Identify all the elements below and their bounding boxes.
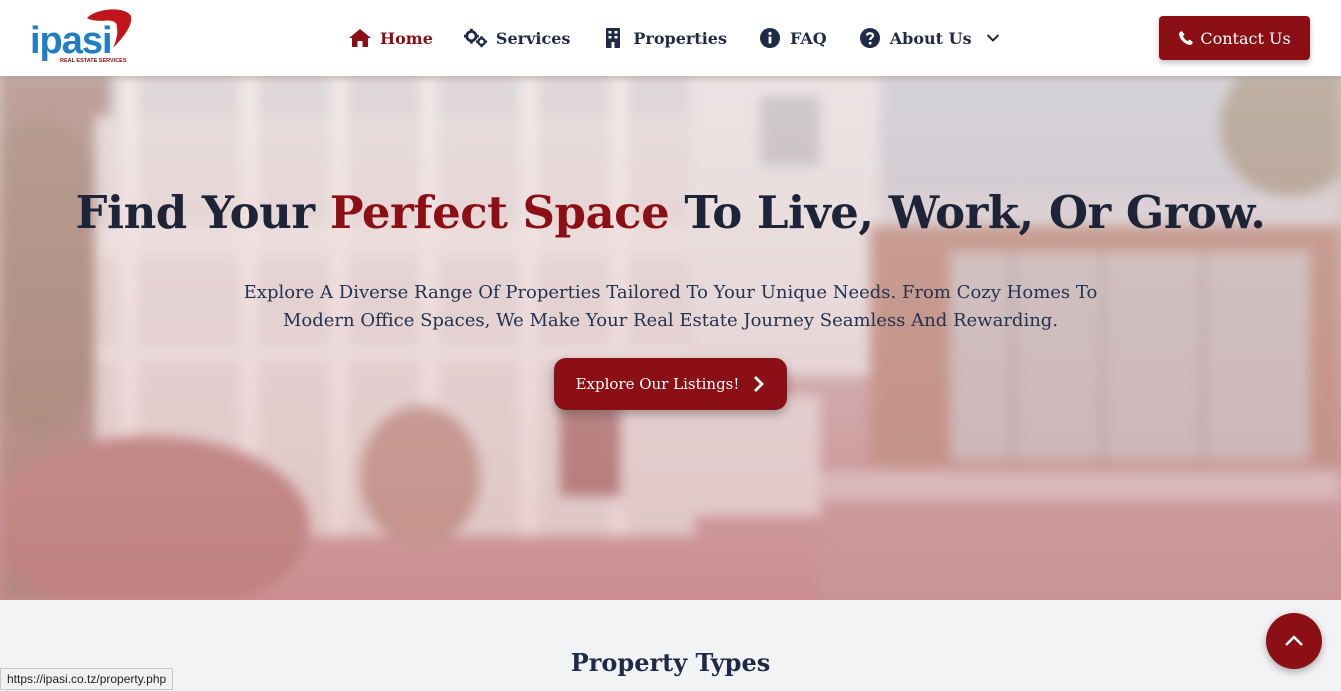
hero-overlay bbox=[0, 76, 1341, 600]
nav-item-label: FAQ bbox=[789, 28, 827, 48]
question-circle-icon bbox=[858, 27, 882, 49]
nav-item-faq[interactable]: FAQ bbox=[758, 24, 827, 52]
explore-listings-button[interactable]: Explore Our Listings! bbox=[554, 358, 787, 410]
site-header: ipasi REAL ESTATE SERVICES Home Services bbox=[0, 0, 1341, 76]
home-icon bbox=[348, 27, 372, 49]
nav-item-label: About Us bbox=[889, 28, 972, 48]
chevron-down-icon[interactable] bbox=[986, 33, 1000, 43]
hero-title-end: To Live, Work, Or Grow. bbox=[669, 186, 1266, 239]
hero-section: Find Your Perfect Space To Live, Work, O… bbox=[0, 76, 1341, 600]
main-nav: Home Services Properties FAQ About Us bbox=[348, 24, 1031, 52]
contact-us-label: Contact Us bbox=[1200, 28, 1291, 48]
logo-tagline: REAL ESTATE SERVICES bbox=[60, 58, 127, 64]
building-icon bbox=[601, 27, 625, 49]
info-circle-icon bbox=[758, 27, 782, 49]
hero-title-accent: Perfect Space bbox=[329, 186, 670, 239]
chevron-up-icon bbox=[1284, 635, 1304, 647]
nav-item-properties[interactable]: Properties bbox=[601, 24, 727, 52]
nav-item-home[interactable]: Home bbox=[348, 24, 433, 52]
property-types-heading: Property Types bbox=[570, 648, 771, 677]
nav-item-about-us[interactable]: About Us bbox=[858, 24, 1000, 52]
gears-icon bbox=[463, 27, 488, 49]
scroll-to-top-button[interactable] bbox=[1266, 613, 1322, 669]
nav-item-label: Properties bbox=[633, 28, 727, 48]
hero-title-start: Find Your bbox=[75, 186, 330, 239]
nav-item-label: Home bbox=[380, 28, 433, 48]
hero-subtitle: Explore A Diverse Range Of Properties Ta… bbox=[243, 282, 1098, 331]
hero-title: Find Your Perfect Space To Live, Work, O… bbox=[0, 186, 1341, 239]
chevron-right-icon bbox=[753, 375, 765, 393]
status-bar-url: https://ipasi.co.tz/property.php bbox=[0, 668, 174, 690]
brand-logo[interactable]: ipasi REAL ESTATE SERVICES bbox=[28, 8, 138, 68]
nav-item-services[interactable]: Services bbox=[463, 24, 571, 52]
phone-icon bbox=[1178, 30, 1194, 46]
logo-wordmark: ipasi bbox=[30, 20, 113, 62]
explore-listings-label: Explore Our Listings! bbox=[575, 375, 740, 393]
nav-item-label: Services bbox=[495, 28, 571, 48]
contact-us-button[interactable]: Contact Us bbox=[1159, 16, 1310, 60]
